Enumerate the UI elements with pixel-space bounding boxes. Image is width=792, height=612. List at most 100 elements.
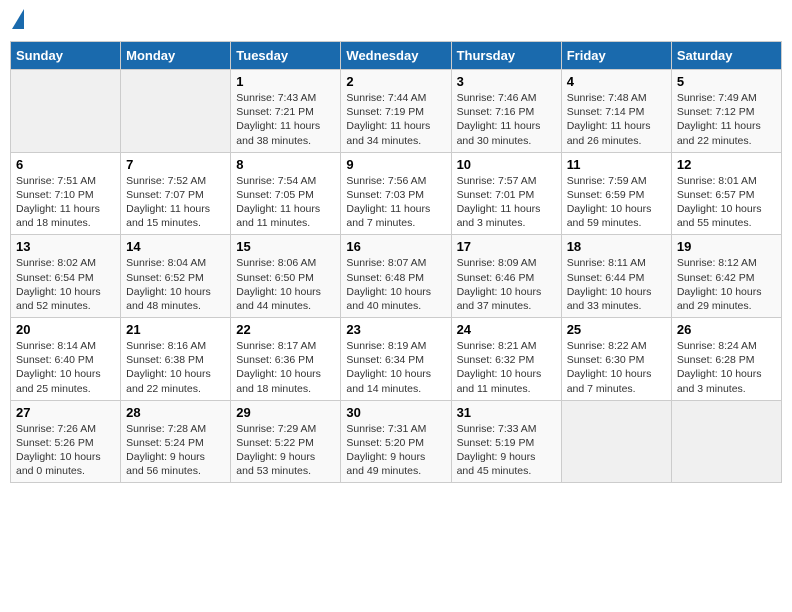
calendar-cell: 20 Sunrise: 8:14 AMSunset: 6:40 PMDayligh… (11, 318, 121, 401)
day-info: Sunrise: 7:59 AMSunset: 6:59 PMDaylight:… (567, 174, 666, 231)
day-info: Sunrise: 8:24 AMSunset: 6:28 PMDaylight:… (677, 339, 776, 396)
day-number: 3 (457, 74, 556, 89)
day-info: Sunrise: 7:52 AMSunset: 7:07 PMDaylight:… (126, 174, 225, 231)
day-info: Sunrise: 7:54 AMSunset: 7:05 PMDaylight:… (236, 174, 335, 231)
day-number: 21 (126, 322, 225, 337)
calendar-cell: 15 Sunrise: 8:06 AMSunset: 6:50 PMDayligh… (231, 235, 341, 318)
calendar-cell: 5Sunrise: 7:49 AMSunset: 7:12 PMDaylight… (671, 70, 781, 153)
day-info: Sunrise: 8:21 AMSunset: 6:32 PMDaylight:… (457, 339, 556, 396)
day-number: 28 (126, 405, 225, 420)
day-number: 5 (677, 74, 776, 89)
day-info: Sunrise: 7:44 AMSunset: 7:19 PMDaylight:… (346, 91, 445, 148)
day-info: Sunrise: 8:22 AMSunset: 6:30 PMDaylight:… (567, 339, 666, 396)
calendar-cell: 9 Sunrise: 7:56 AMSunset: 7:03 PMDaylight… (341, 152, 451, 235)
calendar-cell: 14 Sunrise: 8:04 AMSunset: 6:52 PMDayligh… (121, 235, 231, 318)
calendar-cell: 26Sunrise: 8:24 AMSunset: 6:28 PMDayligh… (671, 318, 781, 401)
day-number: 17 (457, 239, 556, 254)
day-info: Sunrise: 7:56 AMSunset: 7:03 PMDaylight:… (346, 174, 445, 231)
calendar-cell: 24 Sunrise: 8:21 AMSunset: 6:32 PMDayligh… (451, 318, 561, 401)
day-number: 14 (126, 239, 225, 254)
day-info: Sunrise: 7:51 AMSunset: 7:10 PMDaylight:… (16, 174, 115, 231)
calendar-cell: 27 Sunrise: 7:26 AMSunset: 5:26 PMDayligh… (11, 400, 121, 483)
day-number: 29 (236, 405, 335, 420)
day-info: Sunrise: 8:14 AMSunset: 6:40 PMDaylight:… (16, 339, 115, 396)
day-info: Sunrise: 7:26 AMSunset: 5:26 PMDaylight:… (16, 422, 115, 479)
day-number: 2 (346, 74, 445, 89)
weekday-header-friday: Friday (561, 42, 671, 70)
calendar-cell: 22 Sunrise: 8:17 AMSunset: 6:36 PMDayligh… (231, 318, 341, 401)
day-info: Sunrise: 8:06 AMSunset: 6:50 PMDaylight:… (236, 256, 335, 313)
logo (10, 10, 24, 31)
day-number: 4 (567, 74, 666, 89)
calendar-cell: 6 Sunrise: 7:51 AMSunset: 7:10 PMDaylight… (11, 152, 121, 235)
weekday-header-sunday: Sunday (11, 42, 121, 70)
day-info: Sunrise: 8:12 AMSunset: 6:42 PMDaylight:… (677, 256, 776, 313)
calendar-cell: 7 Sunrise: 7:52 AMSunset: 7:07 PMDaylight… (121, 152, 231, 235)
day-number: 7 (126, 157, 225, 172)
day-info: Sunrise: 8:11 AMSunset: 6:44 PMDaylight:… (567, 256, 666, 313)
calendar-cell (121, 70, 231, 153)
calendar-week-4: 20 Sunrise: 8:14 AMSunset: 6:40 PMDayligh… (11, 318, 782, 401)
weekday-header-row: SundayMondayTuesdayWednesdayThursdayFrid… (11, 42, 782, 70)
day-info: Sunrise: 8:17 AMSunset: 6:36 PMDaylight:… (236, 339, 335, 396)
day-number: 23 (346, 322, 445, 337)
day-number: 18 (567, 239, 666, 254)
day-number: 9 (346, 157, 445, 172)
calendar-cell: 10 Sunrise: 7:57 AMSunset: 7:01 PMDayligh… (451, 152, 561, 235)
day-number: 8 (236, 157, 335, 172)
calendar-cell: 8 Sunrise: 7:54 AMSunset: 7:05 PMDaylight… (231, 152, 341, 235)
calendar-header: SundayMondayTuesdayWednesdayThursdayFrid… (11, 42, 782, 70)
day-number: 15 (236, 239, 335, 254)
day-info: Sunrise: 7:57 AMSunset: 7:01 PMDaylight:… (457, 174, 556, 231)
day-info: Sunrise: 8:16 AMSunset: 6:38 PMDaylight:… (126, 339, 225, 396)
calendar-cell: 28 Sunrise: 7:28 AMSunset: 5:24 PMDayligh… (121, 400, 231, 483)
calendar-cell: 4 Sunrise: 7:48 AMSunset: 7:14 PMDaylight… (561, 70, 671, 153)
calendar-week-1: 1 Sunrise: 7:43 AMSunset: 7:21 PMDaylight… (11, 70, 782, 153)
calendar-cell: 18 Sunrise: 8:11 AMSunset: 6:44 PMDayligh… (561, 235, 671, 318)
day-info: Sunrise: 7:43 AMSunset: 7:21 PMDaylight:… (236, 91, 335, 148)
day-info: Sunrise: 8:01 AMSunset: 6:57 PMDaylight:… (677, 174, 776, 231)
calendar-cell (11, 70, 121, 153)
calendar-cell: 30Sunrise: 7:31 AMSunset: 5:20 PMDayligh… (341, 400, 451, 483)
day-info: Sunrise: 7:33 AMSunset: 5:19 PMDaylight:… (457, 422, 556, 479)
calendar-cell: 17 Sunrise: 8:09 AMSunset: 6:46 PMDayligh… (451, 235, 561, 318)
calendar-cell: 31 Sunrise: 7:33 AMSunset: 5:19 PMDayligh… (451, 400, 561, 483)
calendar-cell: 21 Sunrise: 8:16 AMSunset: 6:38 PMDayligh… (121, 318, 231, 401)
day-number: 31 (457, 405, 556, 420)
day-number: 24 (457, 322, 556, 337)
calendar-week-2: 6 Sunrise: 7:51 AMSunset: 7:10 PMDaylight… (11, 152, 782, 235)
calendar-table: SundayMondayTuesdayWednesdayThursdayFrid… (10, 41, 782, 483)
day-info: Sunrise: 7:29 AMSunset: 5:22 PMDaylight:… (236, 422, 335, 479)
weekday-header-wednesday: Wednesday (341, 42, 451, 70)
day-info: Sunrise: 8:07 AMSunset: 6:48 PMDaylight:… (346, 256, 445, 313)
calendar-cell: 12Sunrise: 8:01 AMSunset: 6:57 PMDayligh… (671, 152, 781, 235)
weekday-header-thursday: Thursday (451, 42, 561, 70)
weekday-header-tuesday: Tuesday (231, 42, 341, 70)
day-number: 1 (236, 74, 335, 89)
day-number: 25 (567, 322, 666, 337)
logo-triangle-icon (12, 9, 24, 29)
day-info: Sunrise: 7:46 AMSunset: 7:16 PMDaylight:… (457, 91, 556, 148)
day-info: Sunrise: 7:48 AMSunset: 7:14 PMDaylight:… (567, 91, 666, 148)
day-number: 27 (16, 405, 115, 420)
day-info: Sunrise: 8:19 AMSunset: 6:34 PMDaylight:… (346, 339, 445, 396)
day-number: 10 (457, 157, 556, 172)
calendar-cell: 25 Sunrise: 8:22 AMSunset: 6:30 PMDayligh… (561, 318, 671, 401)
calendar-body: 1 Sunrise: 7:43 AMSunset: 7:21 PMDaylight… (11, 70, 782, 483)
day-info: Sunrise: 7:28 AMSunset: 5:24 PMDaylight:… (126, 422, 225, 479)
day-info: Sunrise: 8:02 AMSunset: 6:54 PMDaylight:… (16, 256, 115, 313)
page-header (10, 10, 782, 31)
calendar-cell: 13Sunrise: 8:02 AMSunset: 6:54 PMDayligh… (11, 235, 121, 318)
calendar-cell: 2 Sunrise: 7:44 AMSunset: 7:19 PMDaylight… (341, 70, 451, 153)
day-number: 11 (567, 157, 666, 172)
calendar-cell: 29 Sunrise: 7:29 AMSunset: 5:22 PMDayligh… (231, 400, 341, 483)
calendar-week-5: 27 Sunrise: 7:26 AMSunset: 5:26 PMDayligh… (11, 400, 782, 483)
day-number: 19 (677, 239, 776, 254)
calendar-cell (561, 400, 671, 483)
day-number: 22 (236, 322, 335, 337)
day-number: 20 (16, 322, 115, 337)
day-info: Sunrise: 7:31 AMSunset: 5:20 PMDaylight:… (346, 422, 445, 479)
day-number: 6 (16, 157, 115, 172)
day-info: Sunrise: 8:09 AMSunset: 6:46 PMDaylight:… (457, 256, 556, 313)
day-info: Sunrise: 8:04 AMSunset: 6:52 PMDaylight:… (126, 256, 225, 313)
